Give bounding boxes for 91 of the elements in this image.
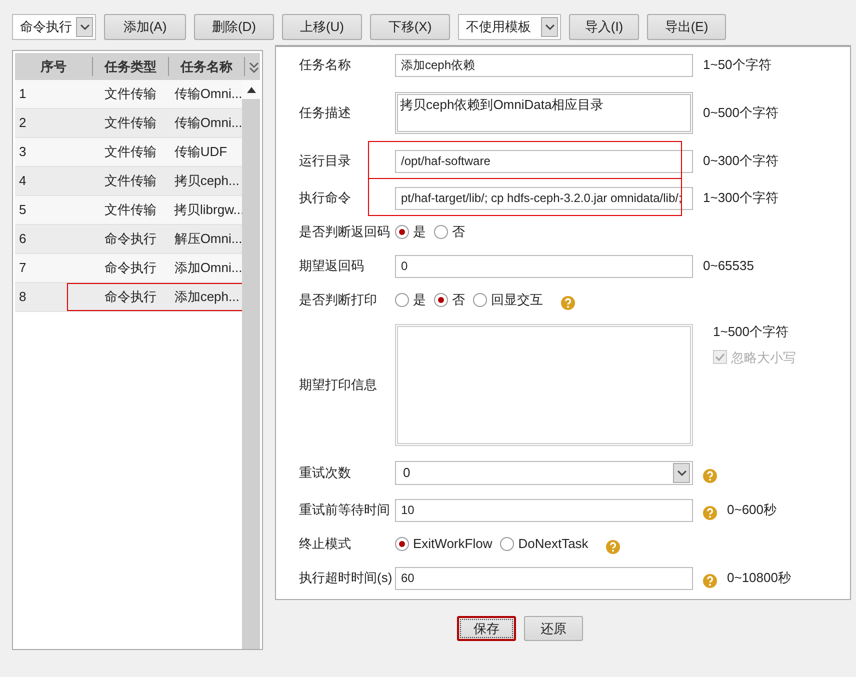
table-cell-text: 1 xyxy=(18,85,28,104)
field-label: 期望打印信息 xyxy=(298,376,378,394)
toolbar-button[interactable]: 上移(U) xyxy=(282,14,362,40)
table-cell-text: 文件传输 xyxy=(103,114,158,132)
table-cell-text: 命令执行 xyxy=(103,259,158,278)
radio-label: 是 xyxy=(413,291,426,310)
chevron-down-icon[interactable] xyxy=(541,17,558,37)
radio-button[interactable] xyxy=(395,225,409,239)
column-header[interactable]: 序号 xyxy=(15,56,93,76)
table-cell-text: 4 xyxy=(18,172,28,190)
radio-label: 否 xyxy=(452,291,465,310)
help-icon[interactable] xyxy=(606,537,620,551)
toolbar-button[interactable]: 导出(E) xyxy=(647,14,726,40)
help-icon[interactable] xyxy=(703,503,717,517)
text-field[interactable]: 60 xyxy=(395,566,693,590)
table-cell-text: 传输Omni... xyxy=(173,85,244,104)
radio-label: DoNextTask xyxy=(518,535,588,554)
toolbar-button[interactable]: 删除(D) xyxy=(194,14,274,40)
action-button[interactable]: 还原 xyxy=(524,616,583,641)
toolbar-button[interactable]: 下移(X) xyxy=(370,14,450,40)
table-cell-text: 拷贝librgw... xyxy=(173,201,244,220)
field-label: 期望返回码 xyxy=(298,257,365,276)
field-hint: 1~300个字符 xyxy=(703,189,779,208)
table-cell-text: 文件传输 xyxy=(103,201,158,220)
table-cell-text: 文件传输 xyxy=(103,172,158,190)
radio-button[interactable] xyxy=(473,293,487,307)
dropdown[interactable]: 命令执行 xyxy=(12,14,96,40)
field-label: 重试次数 xyxy=(298,464,352,482)
text-area[interactable]: 拷贝ceph依赖到OmniData相应目录 xyxy=(395,92,693,134)
table-cell-text: 命令执行 xyxy=(103,230,158,248)
field-label: 任务名称 xyxy=(298,56,352,74)
text-field[interactable]: 添加ceph依赖 xyxy=(395,54,693,76)
text-field[interactable]: pt/haf-target/lib/; cp hdfs-ceph-3.2.0.jar omnidata/lib/; xyxy=(395,186,693,210)
action-button[interactable]: 保存 xyxy=(457,616,516,641)
field-label: 是否判断返回码 xyxy=(298,223,391,242)
field-label: 是否判断打印 xyxy=(298,291,378,310)
field-label: 执行超时时间(s) xyxy=(298,569,394,588)
field-label: 重试前等待时间 xyxy=(298,501,391,520)
radio-button[interactable] xyxy=(500,537,514,551)
radio-button[interactable] xyxy=(434,225,448,239)
toolbar-button[interactable]: 添加(A) xyxy=(104,14,186,40)
radio-label: 回显交互 xyxy=(491,291,543,310)
radio-label: 是 xyxy=(413,223,426,242)
radio-label: ExitWorkFlow xyxy=(413,535,492,554)
toolbar-button[interactable]: 导入(I) xyxy=(569,14,639,40)
field-hint: 0~500个字符 xyxy=(703,104,779,122)
table-cell-text: 解压Omni... xyxy=(173,230,244,248)
scroll-up-icon[interactable] xyxy=(242,80,260,99)
table-cell-text: 2 xyxy=(18,114,28,132)
chevron-down-icon[interactable] xyxy=(76,17,93,37)
field-label: 执行命令 xyxy=(298,189,352,208)
field-hint: 1~50个字符 xyxy=(703,56,772,74)
field-hint: 0~600秒 xyxy=(727,501,777,520)
table-cell-text: 3 xyxy=(18,143,28,162)
table-cell-text: 7 xyxy=(18,259,28,278)
help-icon[interactable] xyxy=(703,571,717,585)
table-cell-text: 传输UDF xyxy=(173,143,228,162)
column-header[interactable]: 任务名称 xyxy=(169,56,245,76)
radio-button[interactable] xyxy=(395,537,409,551)
help-icon[interactable] xyxy=(561,293,575,307)
text-field[interactable]: 10 xyxy=(395,498,693,522)
table-cell-text: 文件传输 xyxy=(103,143,158,162)
table-cell-text: 拷贝ceph... xyxy=(173,172,240,190)
column-header[interactable]: 任务类型 xyxy=(93,56,169,76)
table-cell-text: 8 xyxy=(18,288,28,306)
dropdown[interactable]: 不使用模板 xyxy=(458,14,561,40)
table-cell-text: 传输Omni... xyxy=(173,114,244,132)
checkbox-label: 忽略大小写 xyxy=(731,348,796,366)
text-area[interactable] xyxy=(395,324,693,446)
table-cell-text: 5 xyxy=(18,201,28,220)
radio-button[interactable] xyxy=(395,293,409,307)
radio-label: 否 xyxy=(452,223,465,242)
field-hint: 1~500个字符 xyxy=(713,323,790,341)
table-cell-text: 命令执行 xyxy=(103,288,158,306)
table-cell-text: 添加ceph... xyxy=(173,288,240,306)
field-hint: 0~300个字符 xyxy=(703,152,779,170)
help-icon[interactable] xyxy=(703,466,717,480)
chevron-down-icon[interactable] xyxy=(673,463,690,483)
field-label: 终止模式 xyxy=(298,535,352,554)
field-hint: 0~65535 xyxy=(703,257,754,276)
field-label: 任务描述 xyxy=(298,104,352,122)
text-field[interactable]: /opt/haf-software xyxy=(395,150,693,172)
text-field[interactable]: 0 xyxy=(395,254,693,278)
field-hint: 0~10800秒 xyxy=(727,569,791,588)
table-cell-text: 6 xyxy=(18,230,28,248)
field-label: 运行目录 xyxy=(298,152,352,170)
radio-button[interactable] xyxy=(434,293,448,307)
scrollbar[interactable] xyxy=(242,80,260,649)
table-cell-text: 文件传输 xyxy=(103,85,158,104)
table-cell-text: 添加Omni... xyxy=(173,259,244,278)
dropdown[interactable]: 0 xyxy=(395,461,693,485)
